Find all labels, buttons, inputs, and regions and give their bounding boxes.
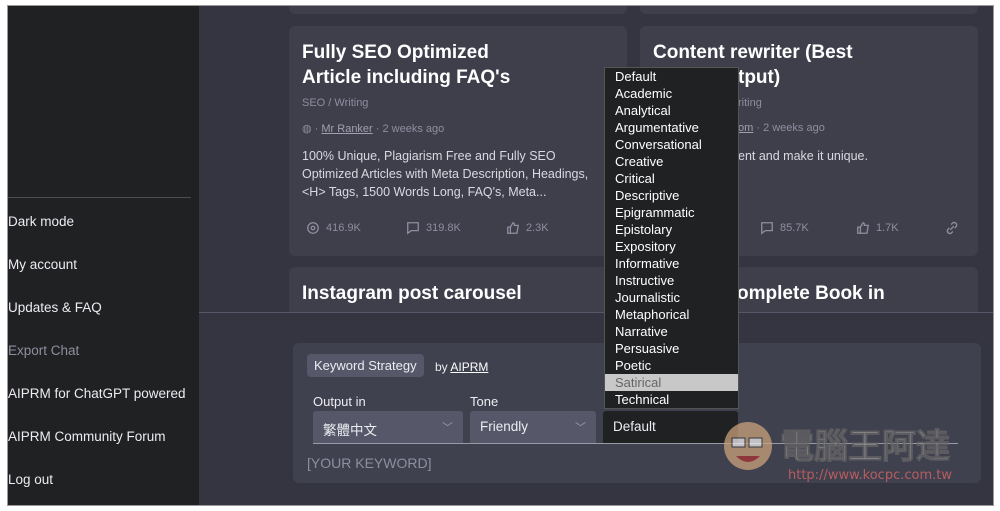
card-time: · 2 weeks ago bbox=[756, 122, 825, 134]
dropdown-option[interactable]: Narrative bbox=[605, 323, 738, 340]
sidebar-divider bbox=[8, 197, 191, 198]
card-time: · 2 weeks ago bbox=[375, 123, 445, 135]
link-icon bbox=[946, 221, 958, 235]
globe-icon: ◍ · bbox=[302, 123, 322, 135]
tone-select[interactable]: Friendly ﹀ bbox=[470, 411, 596, 443]
eye-icon bbox=[307, 222, 319, 234]
sidebar-item-my-account[interactable]: My account bbox=[8, 257, 77, 272]
active-prompt-tag[interactable]: Keyword Strategy bbox=[307, 354, 424, 377]
prompt-card[interactable]: Fully SEO Optimized Article including FA… bbox=[289, 26, 627, 256]
dropdown-option[interactable]: Conversational bbox=[605, 136, 738, 153]
prompt-card[interactable] bbox=[289, 6, 627, 14]
dropdown-option[interactable]: Poetic bbox=[605, 357, 738, 374]
card-title: Instagram post carousel bbox=[302, 283, 522, 304]
thumbs-up-icon bbox=[857, 222, 870, 234]
tone-label: Tone bbox=[470, 394, 499, 409]
dropdown-option[interactable]: Journalistic bbox=[605, 289, 738, 306]
desc-line: 100% Unique, Plagiarism Free and Fully S… bbox=[302, 149, 556, 163]
dropdown-option[interactable]: Analytical bbox=[605, 102, 738, 119]
dropdown-option[interactable]: Epigrammatic bbox=[605, 204, 738, 221]
card-category: riting bbox=[738, 97, 762, 109]
prompt-author: by AIPRM bbox=[435, 360, 488, 374]
output-label: Output in bbox=[313, 394, 366, 409]
app-window: Dark mode My account Updates & FAQ Expor… bbox=[7, 5, 994, 506]
comment-icon bbox=[407, 222, 419, 235]
likes-count: 2.3K bbox=[526, 222, 549, 234]
dropdown-option[interactable]: Academic bbox=[605, 85, 738, 102]
card-title: Fully SEO Optimized bbox=[302, 42, 489, 63]
card-description: 100% Unique, Plagiarism Free and Fully S… bbox=[302, 147, 588, 201]
views-stat: 416.9K bbox=[306, 221, 361, 235]
card-title: omplete Book in bbox=[737, 283, 885, 304]
output-language-select[interactable]: 繁體中文 ﹀ bbox=[313, 411, 463, 443]
author-link[interactable]: AIPRM bbox=[450, 360, 488, 374]
comments-stat: 319.8K bbox=[406, 221, 461, 235]
watermark-logo: 電腦王阿達 http://www.kocpc.com.tw bbox=[724, 422, 952, 483]
desc-line: <H> Tags, 1500 Words Long, FAQ's, Meta..… bbox=[302, 185, 547, 199]
sidebar-item-aiprm-powered[interactable]: AIPRM for ChatGPT powered bbox=[8, 386, 186, 401]
card-title: tput) bbox=[738, 67, 781, 88]
sidebar-item-dark-mode[interactable]: Dark mode bbox=[8, 214, 74, 229]
dropdown-option[interactable]: Creative bbox=[605, 153, 738, 170]
comments-count: 85.7K bbox=[780, 222, 809, 234]
card-author-line: om · 2 weeks ago bbox=[738, 122, 825, 134]
dropdown-option[interactable]: Instructive bbox=[605, 272, 738, 289]
select-value: Default bbox=[613, 419, 656, 434]
comment-icon bbox=[761, 222, 773, 235]
comments-count: 319.8K bbox=[426, 222, 461, 234]
dropdown-option[interactable]: Persuasive bbox=[605, 340, 738, 357]
card-title: Content rewriter (Best bbox=[653, 42, 853, 63]
card-author-line: ◍ · Mr Ranker · 2 weeks ago bbox=[302, 122, 444, 135]
likes-count: 1.7K bbox=[876, 222, 899, 234]
views-count: 416.9K bbox=[326, 222, 361, 234]
likes-stat[interactable]: 2.3K bbox=[506, 221, 549, 235]
card-description: ent and make it unique. bbox=[738, 149, 868, 163]
dropdown-option[interactable]: Default bbox=[605, 68, 738, 85]
select-value: Friendly bbox=[480, 419, 529, 434]
likes-stat[interactable]: 1.7K bbox=[856, 221, 899, 235]
dropdown-option[interactable]: Epistolary bbox=[605, 221, 738, 238]
dropdown-option[interactable]: Critical bbox=[605, 170, 738, 187]
dropdown-option[interactable]: Satirical bbox=[605, 374, 738, 391]
dropdown-option[interactable]: Technical bbox=[605, 391, 738, 408]
dropdown-option[interactable]: Metaphorical bbox=[605, 306, 738, 323]
svg-text:http://www.kocpc.com.tw: http://www.kocpc.com.tw bbox=[788, 468, 952, 483]
dropdown-option[interactable]: Informative bbox=[605, 255, 738, 272]
chevron-down-icon: ﹀ bbox=[575, 422, 586, 434]
comments-stat: 85.7K bbox=[760, 221, 809, 235]
sidebar-item-community-forum[interactable]: AIPRM Community Forum bbox=[8, 429, 166, 444]
prompt-card[interactable] bbox=[640, 6, 978, 14]
by-label: by bbox=[435, 360, 448, 374]
sidebar: Dark mode My account Updates & FAQ Expor… bbox=[8, 6, 199, 505]
dropdown-option[interactable]: Argumentative bbox=[605, 119, 738, 136]
author-link[interactable]: Mr Ranker bbox=[321, 123, 372, 135]
author-link[interactable]: om bbox=[738, 122, 753, 134]
desc-line: Optimized Articles with Meta Description… bbox=[302, 167, 589, 181]
card-category: SEO / Writing bbox=[302, 97, 369, 109]
sidebar-item-export-chat[interactable]: Export Chat bbox=[8, 343, 79, 358]
card-title: Article including FAQ's bbox=[302, 67, 511, 88]
thumbs-up-icon bbox=[507, 222, 520, 234]
dropdown-option[interactable]: Expository bbox=[605, 238, 738, 255]
sidebar-item-updates-faq[interactable]: Updates & FAQ bbox=[8, 300, 102, 315]
svg-text:電腦王阿達: 電腦王阿達 bbox=[780, 427, 950, 467]
chevron-down-icon: ﹀ bbox=[442, 422, 453, 434]
copy-link-button[interactable] bbox=[945, 221, 959, 235]
keyword-input[interactable]: [YOUR KEYWORD] bbox=[307, 455, 431, 471]
sidebar-item-log-out[interactable]: Log out bbox=[8, 472, 53, 487]
select-value: 繁體中文 bbox=[323, 423, 377, 438]
writing-style-dropdown[interactable]: Default Academic Analytical Argumentative Co… bbox=[604, 67, 739, 409]
dropdown-option[interactable]: Descriptive bbox=[605, 187, 738, 204]
